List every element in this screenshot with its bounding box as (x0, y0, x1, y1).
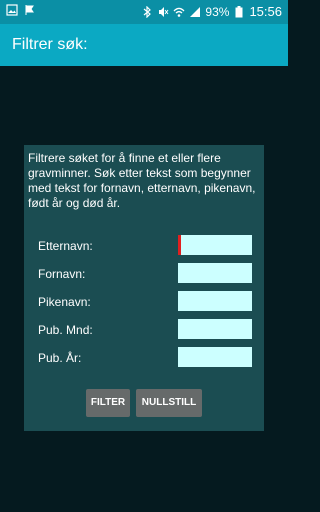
pub-mnd-row: Pub. Mnd: (24, 319, 264, 341)
bluetooth-icon (141, 5, 153, 18)
pub-mnd-input[interactable] (178, 319, 252, 339)
clock: 15:56 (249, 4, 282, 19)
pub-ar-input[interactable] (178, 347, 252, 367)
flag-icon (24, 4, 36, 16)
app-bar: Filtrer søk: (0, 24, 288, 66)
fornavn-label: Fornavn: (38, 267, 86, 281)
wifi-icon (173, 6, 185, 18)
filter-button[interactable]: FILTER (86, 389, 130, 417)
status-bar: 93% 15:56 (0, 0, 288, 24)
fornavn-row: Fornavn: (24, 263, 264, 285)
reset-button[interactable]: NULLSTILL (136, 389, 202, 417)
filter-dialog: Filtrere søket for å finne et eller fler… (24, 145, 264, 431)
mute-icon (157, 6, 169, 18)
page-title: Filtrer søk: (12, 36, 88, 53)
pub-mnd-label: Pub. Mnd: (38, 323, 93, 337)
battery-icon (233, 5, 245, 18)
signal-icon (189, 6, 201, 18)
fornavn-input[interactable] (178, 263, 252, 283)
filter-description: Filtrere søket for å finne et eller fler… (28, 151, 256, 210)
battery-percentage: 93% (205, 4, 230, 19)
etternavn-label: Etternavn: (38, 239, 93, 253)
etternavn-row: Etternavn: (24, 235, 264, 257)
pikenavn-row: Pikenavn: (24, 291, 264, 313)
pikenavn-input[interactable] (178, 291, 252, 311)
pub-ar-row: Pub. År: (24, 347, 264, 369)
etternavn-input[interactable] (178, 235, 252, 255)
pikenavn-label: Pikenavn: (38, 295, 91, 309)
image-icon (6, 4, 18, 16)
pub-ar-label: Pub. År: (38, 351, 82, 365)
